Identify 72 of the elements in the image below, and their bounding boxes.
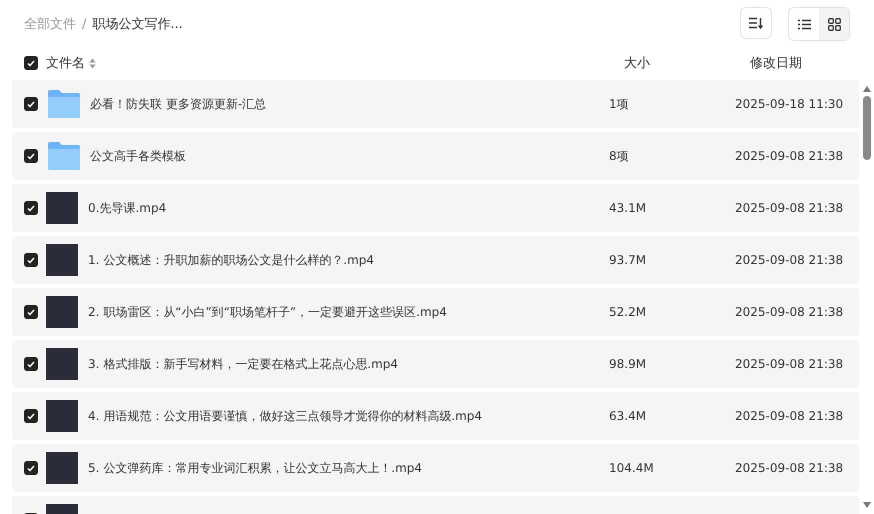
list-icon (798, 18, 810, 30)
grid-icon (828, 18, 840, 30)
video-thumbnail (46, 192, 78, 224)
file-row[interactable]: 1. 公文概述：升职加薪的职场公文是什么样的？.mp4 93.7M 2025-09-08 21:38 (12, 236, 859, 284)
sort-icon (749, 17, 763, 29)
row-checkbox[interactable] (24, 357, 38, 371)
check-icon (27, 308, 35, 316)
scroll-down-icon[interactable] (862, 502, 870, 508)
breadcrumb-separator: / (82, 16, 86, 32)
file-name: 2. 职场雷区：从“小白”到“职场笔杆子”，一定要避开这些误区.mp4 (88, 304, 448, 320)
file-size: 8项 (609, 148, 630, 164)
video-thumbnail (46, 244, 78, 276)
folder-icon (48, 90, 80, 118)
file-row[interactable]: 必看！防失联 更多资源更新-汇总 1项 2025-09-18 11:30 (12, 80, 859, 128)
file-row[interactable]: 2. 职场雷区：从“小白”到“职场笔杆子”，一定要避开这些误区.mp4 52.2M 2025-09-08 21:38 (12, 288, 859, 336)
grid-view-button[interactable] (819, 8, 849, 40)
check-icon (27, 100, 35, 108)
row-checkbox[interactable] (24, 201, 38, 215)
file-size: 1项 (609, 96, 630, 112)
file-row[interactable]: 4. 用语规范：公文用语要谨慎，做好这三点领导才觉得你的材料高级.mp4 63.4M 2025-09-08 21:38 (12, 392, 859, 440)
folder-icon (48, 142, 80, 170)
check-icon (27, 60, 35, 66)
file-size: 93.7M (609, 253, 648, 267)
modified-date: 2025-09-08 21:38 (735, 305, 844, 319)
file-name: 3. 格式排版：新手写材料，一定要在格式上花点心思.mp4 (88, 356, 400, 372)
row-checkbox[interactable] (24, 97, 38, 111)
row-checkbox[interactable] (24, 149, 38, 163)
file-size: 63.4M (609, 409, 648, 423)
check-icon (27, 204, 35, 212)
file-row[interactable]: 3. 格式排版：新手写材料，一定要在格式上花点心思.mp4 98.9M 2025-09-08 21:38 (12, 340, 859, 388)
file-size: 43.1M (609, 201, 648, 215)
video-thumbnail (46, 452, 78, 484)
file-name: 5. 公文弹药库：常用专业词汇积累，让公文立马高大上！.mp4 (88, 460, 424, 476)
video-thumbnail (46, 296, 78, 328)
modified-date: 2025-09-08 21:38 (735, 253, 844, 267)
modified-date: 2025-09-08 21:38 (735, 409, 844, 423)
row-checkbox[interactable] (24, 305, 38, 319)
file-row[interactable]: 0.先导课.mp4 43.1M 2025-09-08 21:38 (12, 184, 859, 232)
modified-date: 2025-09-08 21:38 (735, 149, 844, 163)
check-icon (27, 464, 35, 472)
file-name: 公文高手各类模板 (90, 148, 187, 164)
name-column-header[interactable]: 文件名 (46, 54, 85, 72)
select-all-checkbox[interactable] (24, 56, 38, 70)
video-thumbnail (46, 348, 78, 380)
file-size: 52.2M (609, 305, 648, 319)
check-icon (27, 412, 35, 420)
file-row[interactable]: 5. 公文弹药库：常用专业词汇积累，让公文立马高大上！.mp4 104.4M 2025-09-08 21:38 (12, 444, 859, 492)
file-name: 4. 用语规范：公文用语要谨慎，做好这三点领导才觉得你的材料高级.mp4 (88, 408, 484, 424)
file-size: 104.4M (609, 461, 655, 475)
file-name: 0.先导课.mp4 (88, 200, 168, 216)
file-row[interactable]: 公文高手各类模板 8项 2025-09-08 21:38 (12, 132, 859, 180)
modified-date: 2025-09-08 21:38 (735, 461, 844, 475)
date-column-header[interactable]: 修改日期 (750, 54, 874, 72)
modified-date: 2025-09-08 21:38 (735, 201, 844, 215)
sort-button[interactable] (740, 7, 772, 39)
modified-date: 2025-09-18 11:30 (735, 97, 844, 111)
size-column-header[interactable]: 大小 (624, 54, 750, 72)
row-checkbox[interactable] (24, 253, 38, 267)
row-checkbox[interactable] (24, 409, 38, 423)
scroll-up-icon[interactable] (862, 86, 870, 92)
check-icon (27, 152, 35, 160)
sort-arrows-icon[interactable] (89, 58, 96, 68)
scrollbar-thumb[interactable] (862, 96, 870, 160)
check-icon (27, 360, 35, 368)
modified-date: 2025-09-08 21:38 (735, 357, 844, 371)
file-size: 98.9M (609, 357, 648, 371)
check-icon (27, 256, 35, 264)
file-name: 1. 公文概述：升职加薪的职场公文是什么样的？.mp4 (88, 252, 376, 268)
breadcrumb-item: 职场公文写作... (92, 16, 183, 33)
row-checkbox[interactable] (24, 461, 38, 475)
file-name: 必看！防失联 更多资源更新-汇总 (90, 96, 268, 112)
video-thumbnail (46, 400, 78, 432)
